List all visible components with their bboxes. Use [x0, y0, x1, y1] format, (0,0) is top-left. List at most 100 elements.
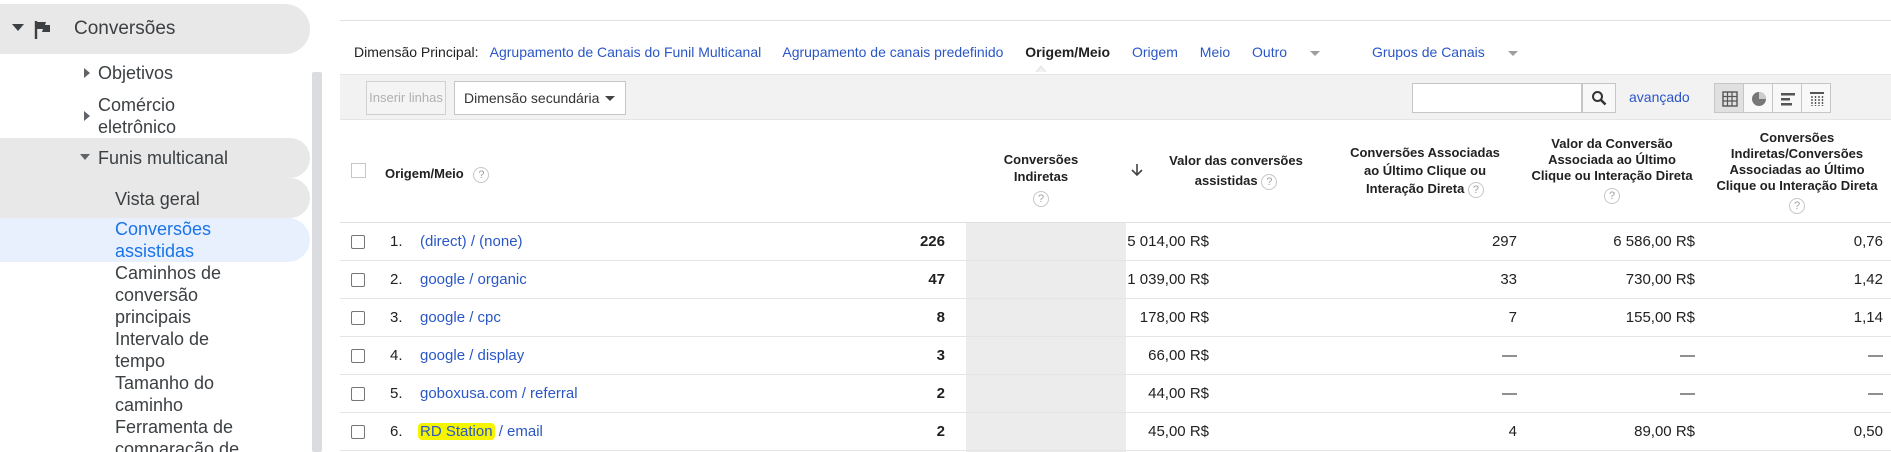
cell-indirect-conversions: 47 [928, 271, 945, 288]
col-header-indirect-conversions[interactable]: Conversões Indiretas ? [976, 151, 1106, 207]
divider [340, 20, 1891, 21]
sidebar-subitem-caminhos-l2[interactable]: conversão [115, 284, 198, 306]
row-checkbox[interactable] [351, 235, 365, 249]
col-header-last-click-conversions[interactable]: Conversões Associadas ao Último Clique o… [1340, 144, 1510, 198]
report-panel: Dimensão Principal: Agrupamento de Canai… [340, 0, 1891, 452]
cell-last-click-value: 89,00 R$ [1634, 423, 1695, 440]
col-header-label: Indiretas/Conversões [1730, 146, 1864, 161]
sidebar-subitem-intervalo-l1[interactable]: Intervalo de [115, 328, 209, 350]
sidebar-subitem-tamanho-l1[interactable]: Tamanho do [115, 372, 214, 394]
sidebar-item-ecommerce-l2[interactable]: eletrônico [98, 116, 176, 138]
dim-option-origem-meio[interactable]: Origem/Meio [1025, 44, 1110, 60]
sort-desc-arrow-icon[interactable] [1130, 163, 1144, 177]
row-checkbox[interactable] [351, 273, 365, 287]
source-medium-link[interactable]: google / organic [420, 271, 527, 288]
dim-option-meio[interactable]: Meio [1200, 44, 1230, 60]
sidebar-subitem-conversoes-assistidas[interactable]: Conversões assistidas [0, 218, 310, 262]
dropdown-caret-icon [1310, 50, 1321, 56]
caret-right-icon [84, 111, 90, 121]
col-header-last-click-value[interactable]: Valor da Conversão Associada ao Último C… [1522, 136, 1702, 204]
cell-assisted-value: 5 014,00 R$ [1127, 233, 1209, 250]
sidebar: Conversões Objetivos Comércio eletrônico… [0, 0, 322, 452]
cell-last-click-conversions: — [1502, 347, 1517, 364]
col-header-source-medium[interactable]: Origem/Meio ? [385, 165, 490, 183]
sidebar-item-ecommerce-l1[interactable]: Comércio [98, 94, 175, 116]
search-button[interactable] [1582, 83, 1616, 113]
table-row: 5. goboxusa.com / referral 2 44,00 R$ — — — [340, 375, 1891, 413]
sidebar-subitem-label-l2: assistidas [115, 241, 195, 261]
cell-last-click-conversions: 297 [1491, 233, 1517, 250]
help-icon[interactable]: ? [1261, 173, 1278, 190]
source-medium-link[interactable]: goboxusa.com / referral [420, 385, 578, 402]
cell-assisted-value: 45,00 R$ [1148, 423, 1209, 440]
sidebar-subitem-label: Vista geral [115, 189, 200, 209]
sidebar-subitem-ferramenta-l1[interactable]: Ferramenta de [115, 416, 233, 438]
dim-option-origem[interactable]: Origem [1132, 44, 1178, 60]
help-icon[interactable]: ? [1033, 190, 1049, 207]
help-icon[interactable]: ? [1604, 187, 1620, 204]
sidebar-subitem-intervalo-l2[interactable]: tempo [115, 350, 165, 372]
sidebar-scrollbar[interactable] [312, 72, 322, 452]
dim-option-grupos-canais[interactable]: Grupos de Canais [1372, 44, 1536, 60]
sidebar-section-label: Conversões [74, 18, 176, 39]
bar-view-icon [1781, 93, 1795, 106]
sidebar-subitem-ferramenta-l2[interactable]: comparação de [115, 438, 239, 452]
table-search-input[interactable] [1412, 83, 1582, 113]
cell-last-click-conversions: — [1502, 385, 1517, 402]
help-icon[interactable]: ? [1467, 181, 1484, 198]
col-header-label: Associada ao Último [1548, 152, 1676, 167]
select-all-checkbox[interactable] [351, 163, 366, 178]
sidebar-subitem-caminhos-l3[interactable]: principais [115, 306, 191, 328]
sidebar-item-objetivos[interactable]: Objetivos [98, 62, 173, 84]
source-medium-link[interactable]: RD Station / email [418, 423, 543, 440]
row-index: 4. [390, 347, 403, 364]
cell-last-click-value: 730,00 R$ [1625, 271, 1695, 288]
row-index: 5. [390, 385, 403, 402]
source-medium-link[interactable]: google / display [420, 347, 524, 364]
sidebar-section-conversions[interactable]: Conversões [0, 4, 310, 54]
dim-option-funil-multicanal[interactable]: Agrupamento de Canais do Funil Multicana… [490, 44, 762, 60]
bar-view-button[interactable] [1772, 83, 1802, 113]
cell-last-click-value: — [1680, 385, 1695, 402]
col-header-ratio[interactable]: Conversões Indiretas/Conversões Associad… [1707, 130, 1887, 214]
sidebar-subitem-vista-geral[interactable]: Vista geral [0, 178, 310, 218]
help-icon[interactable]: ? [473, 166, 490, 183]
row-checkbox[interactable] [351, 425, 365, 439]
primary-dimension-bar: Dimensão Principal: Agrupamento de Canai… [354, 44, 1554, 60]
caret-down-icon [12, 24, 24, 31]
secondary-dimension-dropdown[interactable]: Dimensão secundária [454, 81, 626, 115]
sidebar-item-funis-multicanal[interactable]: Funis multicanal [0, 138, 310, 178]
col-header-label: Origem/Meio [385, 166, 464, 181]
row-checkbox[interactable] [351, 349, 365, 363]
table-view-button[interactable] [1714, 83, 1744, 113]
cell-last-click-value: 6 586,00 R$ [1613, 233, 1695, 250]
row-index: 2. [390, 271, 403, 288]
help-icon[interactable]: ? [1789, 197, 1805, 214]
col-header-assisted-value[interactable]: Valor das conversões assistidas ? [1156, 151, 1316, 191]
row-checkbox[interactable] [351, 387, 365, 401]
col-header-label: Clique ou Interação Direta [1716, 178, 1878, 193]
sidebar-subitem-tamanho-l2[interactable]: caminho [115, 394, 183, 416]
row-index: 6. [390, 423, 403, 440]
dim-option-canais-predefinido[interactable]: Agrupamento de canais predefinido [782, 44, 1003, 60]
flag-icon [34, 21, 50, 39]
source-medium-link[interactable]: (direct) / (none) [420, 233, 523, 250]
col-header-label: Associadas ao Último [1729, 162, 1865, 177]
insert-rows-button[interactable]: Inserir linhas [366, 81, 446, 115]
primary-dimension-label: Dimensão Principal: [354, 44, 479, 60]
dim-option-outro[interactable]: Outro [1252, 44, 1338, 60]
pivot-view-button[interactable] [1801, 83, 1831, 113]
sidebar-subitem-caminhos-l1[interactable]: Caminhos de [115, 262, 221, 284]
advanced-filter-link[interactable]: avançado [1629, 89, 1690, 105]
table-header: Origem/Meio ? Conversões Indiretas ? Val… [340, 120, 1891, 223]
source-medium-link[interactable]: google / cpc [420, 309, 501, 326]
cell-ratio: 1,42 [1853, 271, 1883, 288]
caret-right-icon [84, 68, 90, 78]
highlighted-text: RD Station [418, 423, 495, 440]
source-medium-rest: / email [494, 423, 543, 440]
col-header-label: Interação Direta [1366, 181, 1465, 196]
sidebar-item-label: Funis multicanal [98, 148, 229, 168]
pie-view-button[interactable] [1743, 83, 1773, 113]
cell-ratio: — [1868, 385, 1883, 402]
row-checkbox[interactable] [351, 311, 365, 325]
